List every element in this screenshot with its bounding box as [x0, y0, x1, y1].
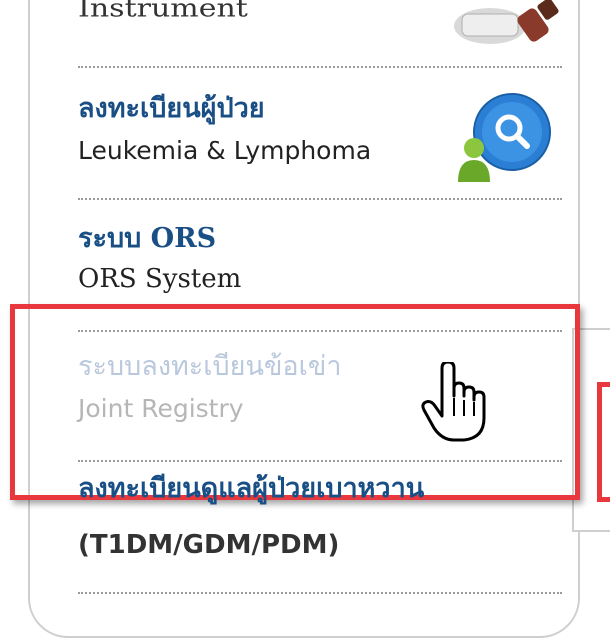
menu-item-joint-registry[interactable]: ระบบลงทะเบียนข้อเข่า Joint Registry — [78, 350, 578, 426]
menu-item-thai-label: ระบบลงทะเบียนข้อเข่า — [78, 351, 342, 382]
menu-separator — [78, 198, 562, 200]
instrument-icon — [452, 0, 562, 60]
menu-separator — [78, 330, 562, 332]
menu-separator — [78, 460, 562, 462]
menu-item-thai-label: ลงทะเบียนดูแลผู้ป่วยเบาหวาน — [78, 473, 425, 504]
menu-item-english-label: ORS System — [78, 264, 242, 294]
hand-pointer-icon — [420, 360, 490, 446]
menu-item-thai-label: ระบบ ORS — [78, 223, 217, 254]
search-user-icon — [454, 90, 554, 190]
highlight-box-secondary — [597, 382, 610, 502]
menu-item-ors-system[interactable]: ระบบ ORS ORS System — [78, 222, 578, 296]
menu-item-english-label: Joint Registry — [78, 394, 244, 423]
menu-separator — [78, 592, 562, 594]
menu-item-english-label: (T1DM/GDM/PDM) — [78, 530, 340, 560]
menu-separator — [78, 66, 562, 68]
menu-item-diabetes-registry[interactable]: ลงทะเบียนดูแลผู้ป่วยเบาหวาน (T1DM/GDM/PD… — [78, 472, 578, 562]
